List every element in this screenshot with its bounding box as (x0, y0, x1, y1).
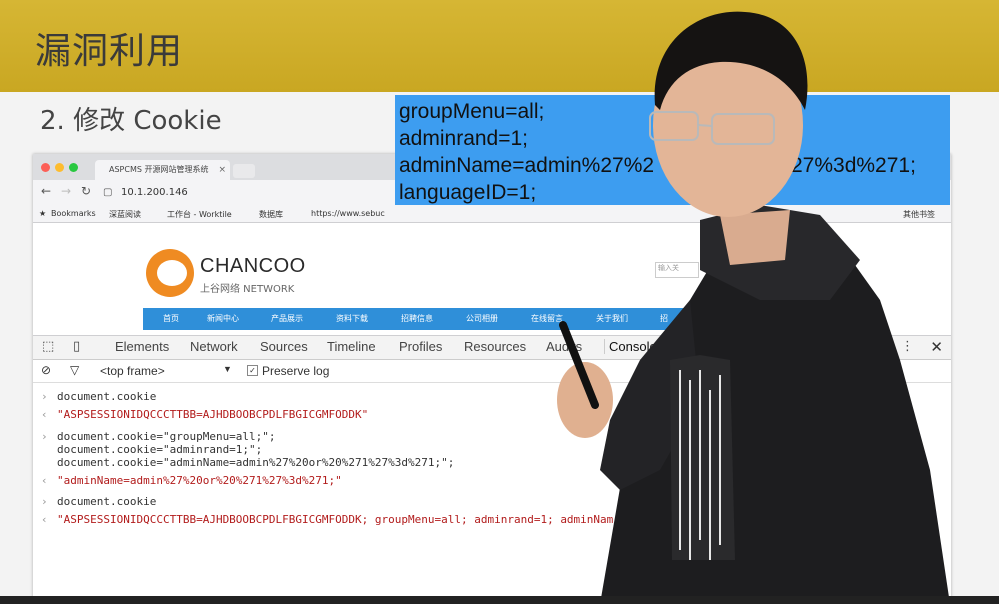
slide: 漏洞利用 2. 修改 Cookie ASPCMS 开源网站管理系统 × ← → … (0, 0, 999, 604)
presenter (557, 11, 950, 604)
bottom-border (0, 596, 999, 604)
